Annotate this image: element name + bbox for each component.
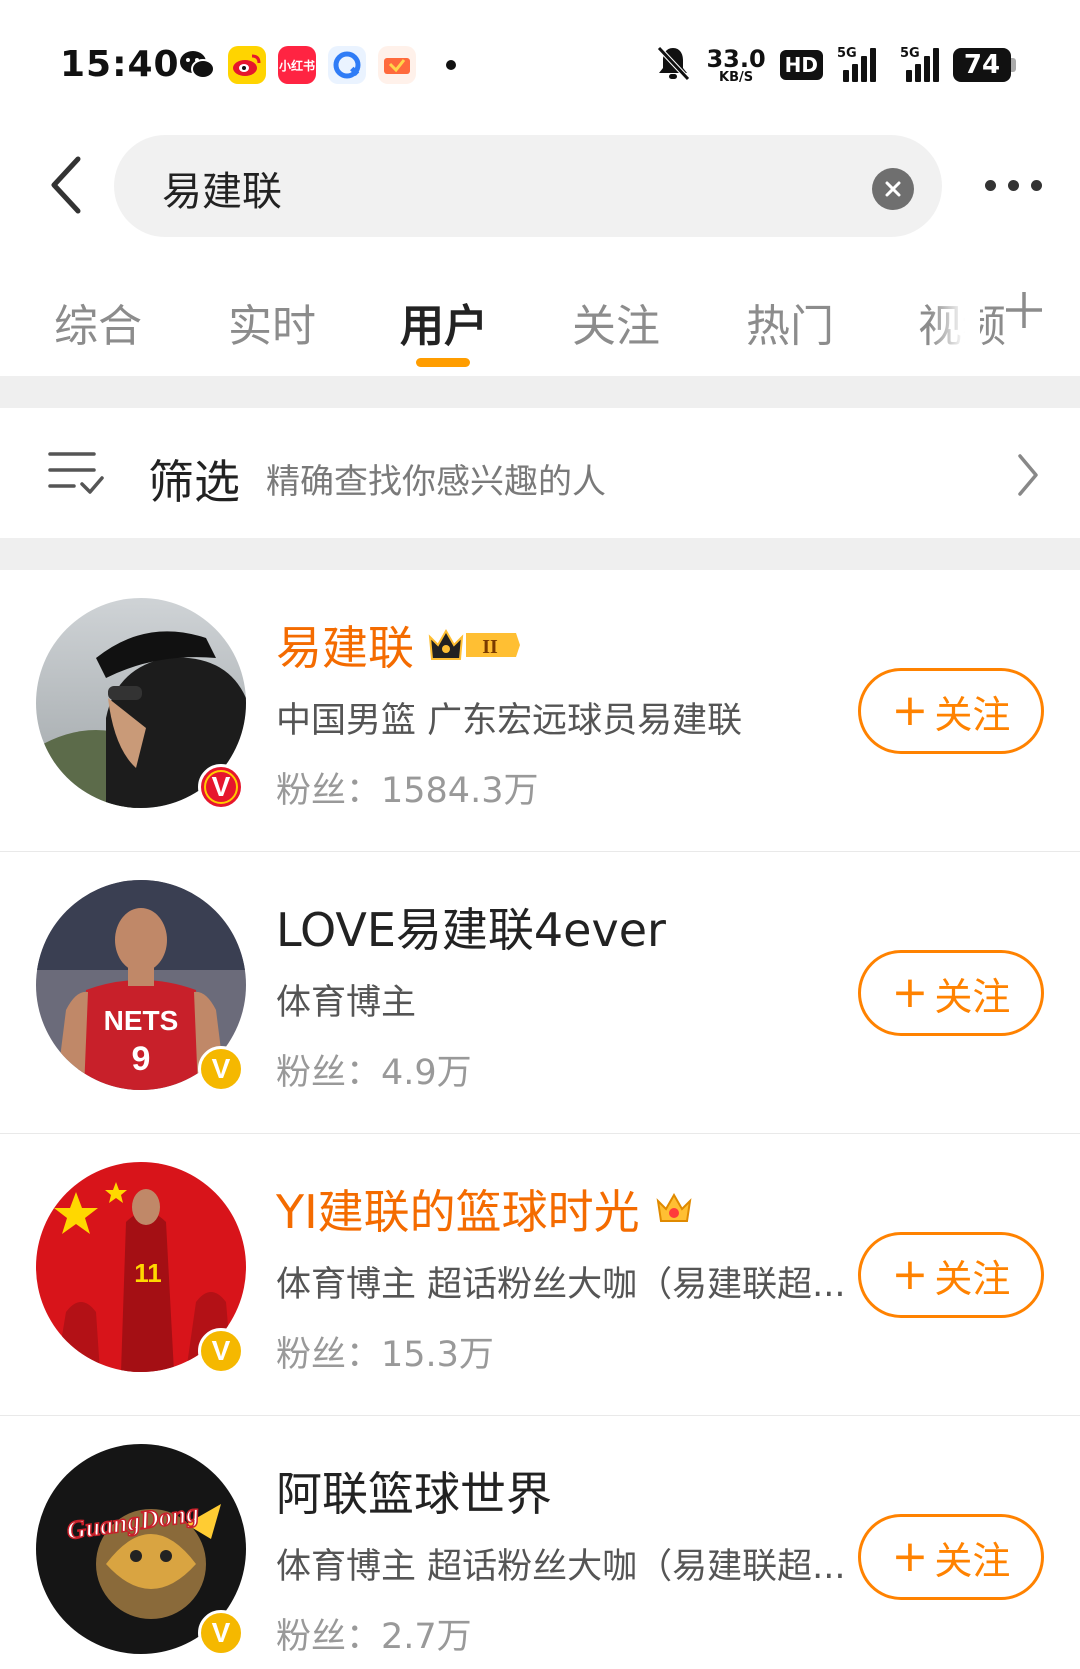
tab-general[interactable]: 综合 bbox=[54, 290, 142, 354]
search-tabs: 综合 实时 用户 关注 热门 视频 bbox=[0, 280, 1080, 376]
svg-text:NETS: NETS bbox=[104, 1005, 179, 1036]
add-tab-button[interactable] bbox=[1004, 288, 1044, 338]
more-dot-icon bbox=[985, 179, 996, 191]
more-dot-icon bbox=[1031, 179, 1042, 191]
verified-badge-icon: V bbox=[198, 1610, 244, 1656]
tab-hot[interactable]: 热门 bbox=[746, 290, 834, 354]
user-description: 体育博主 超话粉丝大咖（易建联超... bbox=[276, 1265, 846, 1305]
xiaohongshu-icon: 小红书 bbox=[278, 46, 316, 84]
close-icon bbox=[885, 181, 901, 197]
crown-icon bbox=[654, 1191, 694, 1227]
chevron-left-icon bbox=[51, 156, 81, 214]
user-description: 体育博主 bbox=[276, 983, 417, 1023]
more-dot-icon bbox=[1008, 179, 1019, 191]
battery-icon: 74 bbox=[953, 48, 1016, 82]
signal-strength-icon-2: 5G bbox=[890, 46, 939, 82]
tab-fade-overlay bbox=[930, 280, 980, 360]
user-name[interactable]: 阿联篮球世界 bbox=[276, 1458, 552, 1524]
svg-text:11: 11 bbox=[134, 1258, 162, 1288]
hd-voice-badge: HD bbox=[779, 50, 823, 80]
user-name[interactable]: YI建联的篮球时光 bbox=[276, 1176, 694, 1242]
search-results-page: 15:40 小红书 33.0 KB/S HD 5G 5G 74 易建联 综合 实… bbox=[0, 0, 1080, 1669]
filter-row[interactable]: 筛选 精确查找你感兴趣的人 bbox=[0, 408, 1080, 538]
filter-subtitle: 精确查找你感兴趣的人 bbox=[266, 462, 606, 502]
user-result-card[interactable]: V 易建联 II 中国男篮 广东宏远球员易建联 粉丝：1584.3万 + 关注 bbox=[0, 570, 1080, 852]
verified-badge-icon: V bbox=[198, 764, 244, 810]
follow-button[interactable]: + 关注 bbox=[858, 950, 1044, 1036]
back-button[interactable] bbox=[38, 154, 94, 216]
search-header: 易建联 bbox=[0, 130, 1080, 240]
wechat-icon bbox=[178, 46, 216, 84]
follow-button[interactable]: + 关注 bbox=[858, 1232, 1044, 1318]
svg-text:II: II bbox=[482, 636, 498, 658]
user-description: 中国男篮 广东宏远球员易建联 bbox=[276, 701, 743, 741]
plus-icon bbox=[1006, 292, 1042, 328]
status-icons: 33.0 KB/S HD 5G 5G 74 bbox=[654, 44, 1016, 86]
plus-icon: + bbox=[891, 685, 929, 736]
follower-count: 粉丝：1584.3万 bbox=[276, 771, 539, 811]
section-divider bbox=[0, 538, 1080, 570]
tab-realtime[interactable]: 实时 bbox=[228, 290, 316, 354]
clock: 15:40 bbox=[60, 44, 180, 85]
more-options-button[interactable] bbox=[985, 170, 1042, 200]
notification-app-icons: 小红书 bbox=[178, 46, 456, 84]
network-speed: 33.0 KB/S bbox=[706, 44, 766, 85]
game-icon bbox=[378, 46, 416, 84]
tab-following[interactable]: 关注 bbox=[572, 290, 660, 354]
follower-count: 粉丝：2.7万 bbox=[276, 1617, 472, 1657]
follow-button[interactable]: + 关注 bbox=[858, 1514, 1044, 1600]
verified-badge-icon: V bbox=[198, 1046, 244, 1092]
filter-title: 筛选 bbox=[148, 455, 240, 509]
follower-count: 粉丝：15.3万 bbox=[276, 1335, 494, 1375]
follower-count: 粉丝：4.9万 bbox=[276, 1053, 472, 1093]
more-notifications-dot bbox=[446, 60, 456, 70]
user-name[interactable]: 易建联 II bbox=[276, 612, 520, 678]
user-result-card[interactable]: NETS 9 V LOVE易建联4ever 体育博主 粉丝：4.9万 + 关注 bbox=[0, 852, 1080, 1134]
active-tab-indicator bbox=[416, 358, 470, 367]
svg-text:9: 9 bbox=[132, 1040, 151, 1078]
signal-strength-icon-1: 5G bbox=[837, 46, 876, 82]
clear-search-button[interactable] bbox=[872, 168, 914, 210]
weibo-icon bbox=[228, 46, 266, 84]
verified-badge-icon: V bbox=[198, 1328, 244, 1374]
tab-users[interactable]: 用户 bbox=[400, 290, 488, 354]
plus-icon: + bbox=[891, 1531, 929, 1582]
search-input[interactable]: 易建联 bbox=[114, 135, 942, 237]
plus-icon: + bbox=[891, 967, 929, 1018]
user-name[interactable]: LOVE易建联4ever bbox=[276, 894, 666, 960]
status-bar: 15:40 小红书 33.0 KB/S HD 5G 5G 74 bbox=[0, 0, 1080, 130]
user-description: 体育博主 超话粉丝大咖（易建联超... bbox=[276, 1547, 846, 1587]
section-divider bbox=[0, 376, 1080, 408]
search-query-text: 易建联 bbox=[162, 169, 282, 215]
crown-level-icon: II bbox=[428, 627, 520, 663]
user-result-card[interactable]: 11 V YI建联的篮球时光 体育博主 超话粉丝大咖（易建联超... 粉丝：15… bbox=[0, 1134, 1080, 1416]
follow-button[interactable]: + 关注 bbox=[858, 668, 1044, 754]
browser-icon bbox=[328, 46, 366, 84]
chevron-right-icon bbox=[1018, 454, 1038, 496]
plus-icon: + bbox=[891, 1249, 929, 1300]
mute-bell-icon bbox=[654, 44, 692, 86]
user-result-card[interactable]: GuangDong V 阿联篮球世界 体育博主 超话粉丝大咖（易建联超... 粉… bbox=[0, 1416, 1080, 1669]
filter-list-icon bbox=[48, 452, 104, 494]
